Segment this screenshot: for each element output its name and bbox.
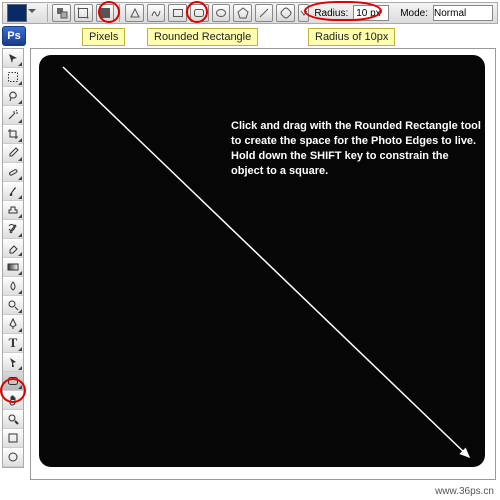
tool-crop[interactable] <box>3 125 23 144</box>
tool-dodge[interactable] <box>3 296 23 315</box>
tool-extra-2[interactable] <box>3 448 23 467</box>
polygon-shape-button[interactable] <box>233 4 252 22</box>
type-icon: T <box>9 335 18 351</box>
options-bar: Radius: Mode: <box>2 2 498 24</box>
tool-history-brush[interactable] <box>3 220 23 239</box>
tool-eraser[interactable] <box>3 239 23 258</box>
watermark-url: www.36ps.cn <box>435 486 494 497</box>
mode-label: Mode: <box>400 8 428 19</box>
rectangle-icon <box>172 7 184 19</box>
ellipse-icon <box>215 7 227 19</box>
radius-label: Radius: <box>314 8 348 19</box>
ellipse-shape-button[interactable] <box>212 4 231 22</box>
divider <box>119 4 120 22</box>
chevron-down-icon <box>300 9 308 17</box>
hand-icon <box>7 394 19 406</box>
tool-pen[interactable] <box>3 315 23 334</box>
custom-shape-icon <box>280 7 292 19</box>
tool-lasso[interactable] <box>3 87 23 106</box>
drag-indicator <box>31 49 495 479</box>
tool-brush[interactable] <box>3 182 23 201</box>
tool-type[interactable]: T <box>3 334 23 353</box>
annotation-radius: Radius of 10px <box>308 28 395 46</box>
line-shape-button[interactable] <box>255 4 274 22</box>
rounded-rectangle-shape-button[interactable] <box>190 4 209 22</box>
freeform-pen-icon <box>150 7 162 19</box>
extra-icon <box>7 432 19 444</box>
tool-gradient[interactable] <box>3 258 23 277</box>
tool-zoom[interactable] <box>3 410 23 429</box>
tool-spot-heal[interactable] <box>3 163 23 182</box>
line-icon <box>258 7 270 19</box>
extra-icon-2 <box>7 451 19 463</box>
tool-rounded-rectangle[interactable] <box>3 372 23 391</box>
document-canvas[interactable]: Click and drag with the Rounded Rectangl… <box>30 48 496 480</box>
tool-hand[interactable] <box>3 391 23 410</box>
divider <box>47 4 48 22</box>
mode-select[interactable] <box>433 5 493 21</box>
freeform-pen-button[interactable] <box>147 4 166 22</box>
tool-blur[interactable] <box>3 277 23 296</box>
rectangle-shape-button[interactable] <box>168 4 187 22</box>
tool-quick-select[interactable] <box>3 106 23 125</box>
fill-pixels-button[interactable] <box>96 4 115 22</box>
pen-icon <box>129 7 141 19</box>
shape-options-dropdown[interactable] <box>298 4 309 22</box>
rounded-rectangle-icon <box>193 7 205 19</box>
paths-button[interactable] <box>74 4 93 22</box>
tool-clone-stamp[interactable] <box>3 201 23 220</box>
tools-palette: T <box>2 48 24 468</box>
fill-pixels-icon <box>99 7 111 19</box>
tool-move[interactable] <box>3 49 23 68</box>
zoom-icon <box>7 413 19 425</box>
annotation-rounded-rectangle: Rounded Rectangle <box>147 28 258 46</box>
annotation-pixels: Pixels <box>82 28 125 46</box>
foreground-color-swatch[interactable] <box>7 4 27 22</box>
tool-eyedropper[interactable] <box>3 144 23 163</box>
tool-path-select[interactable] <box>3 353 23 372</box>
polygon-icon <box>237 7 249 19</box>
instruction-text: Click and drag with the Rounded Rectangl… <box>231 119 481 178</box>
shape-layers-icon <box>56 7 68 19</box>
tool-rect-marquee[interactable] <box>3 68 23 87</box>
tool-extra-1[interactable] <box>3 429 23 448</box>
radius-input[interactable] <box>353 5 389 21</box>
ps-app-badge: Ps <box>2 26 26 46</box>
shape-layers-button[interactable] <box>52 4 71 22</box>
custom-shape-button[interactable] <box>276 4 295 22</box>
paths-icon <box>77 7 89 19</box>
pen-pull-button[interactable] <box>125 4 144 22</box>
